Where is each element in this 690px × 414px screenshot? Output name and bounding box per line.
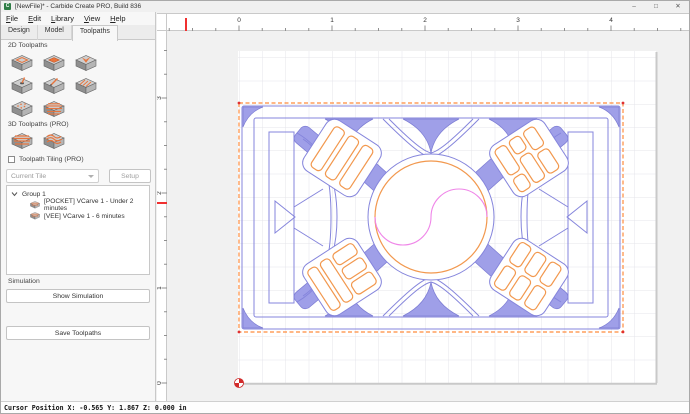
svg-text:0: 0 — [157, 381, 163, 385]
minimize-button[interactable]: – — [623, 1, 645, 12]
collapse-chevron-icon[interactable] — [11, 191, 18, 197]
design-viewport[interactable] — [167, 31, 689, 401]
rough-3d-toolpath-icon — [9, 131, 35, 152]
setup-button[interactable]: Setup — [109, 169, 151, 183]
section-2d-toolpaths: 2D Toolpaths — [8, 42, 48, 49]
current-tile-select[interactable]: Current Tile — [6, 169, 99, 183]
stripes-toolpath-button[interactable] — [41, 99, 67, 120]
stipple-toolpath-button[interactable] — [9, 99, 35, 120]
svg-text:1: 1 — [330, 17, 334, 24]
pocket-toolpath-icon — [41, 53, 67, 74]
tab-toolpaths[interactable]: Toolpaths — [71, 25, 118, 41]
close-button[interactable]: ✕ — [667, 1, 689, 12]
texture-toolpath-icon — [73, 76, 99, 97]
svg-text:0: 0 — [237, 17, 241, 24]
menu-edit[interactable]: Edit — [23, 14, 46, 23]
pocket-toolpath-button[interactable] — [41, 53, 67, 74]
vertical-ruler: 0 1 2 3 — [156, 31, 167, 401]
toolpath-item-icon — [29, 211, 41, 221]
current-tile-row: Current Tile Setup — [6, 169, 151, 183]
svg-text:3: 3 — [516, 17, 520, 24]
show-simulation-button[interactable]: Show Simulation — [6, 289, 150, 303]
vcarve-toolpath-button[interactable] — [73, 53, 99, 74]
contour-toolpath-icon — [9, 53, 35, 74]
app-window: C [NewFile]* - Carbide Create PRO, Build… — [0, 0, 690, 414]
section-3d-toolpaths: 3D Toolpaths (PRO) — [8, 121, 69, 128]
svg-text:1: 1 — [157, 286, 163, 290]
status-bar: Cursor Position X: -0.565 Y: 1.867 Z: 0.… — [1, 401, 689, 413]
finish-3d-toolpath-button[interactable] — [41, 131, 67, 152]
toolpath-tiling-row: Toolpath Tiling (PRO) — [8, 156, 84, 163]
current-tile-value: Current Tile — [11, 173, 47, 180]
toolpath-item-vee[interactable]: [VEE] VCarve 1 - 6 minutes — [29, 211, 149, 221]
toolpath-item-label: [VEE] VCarve 1 - 6 minutes — [44, 212, 125, 220]
menu-file[interactable]: File — [1, 14, 23, 23]
menu-view[interactable]: View — [79, 14, 105, 23]
toolpath-item-icon — [29, 200, 41, 210]
stipple-toolpath-icon — [9, 99, 35, 120]
window-title: [NewFile]* - Carbide Create PRO, Build 8… — [15, 3, 142, 10]
cursor-position-readout: Cursor Position X: -0.565 Y: 1.867 Z: 0.… — [4, 403, 187, 412]
engrave-toolpath-button[interactable] — [41, 76, 67, 97]
ruler-corner — [157, 13, 167, 31]
yin-yang-circle[interactable] — [367, 153, 495, 281]
horizontal-ruler: 0 1 2 3 4 — [145, 13, 689, 31]
texture-toolpath-button[interactable] — [73, 76, 99, 97]
engrave-toolpath-icon — [41, 78, 67, 97]
left-panel: File Edit Library View Help Design Model… — [1, 12, 156, 401]
save-toolpaths-button[interactable]: Save Toolpaths — [6, 326, 150, 340]
stripes-toolpath-icon — [41, 99, 67, 120]
title-bar: C [NewFile]* - Carbide Create PRO, Build… — [1, 1, 689, 12]
app-logo-icon: C — [4, 3, 11, 10]
menu-library[interactable]: Library — [46, 14, 79, 23]
toolpath-tree: Group 1 [POCKET] VCarve 1 - Under 2 minu… — [6, 185, 150, 275]
toolpath-group-label: Group 1 — [22, 190, 46, 198]
contour-toolpath-button[interactable] — [9, 53, 35, 74]
svg-text:4: 4 — [609, 17, 613, 24]
tab-design[interactable]: Design — [1, 25, 38, 40]
toolpath-item-label: [POCKET] VCarve 1 - Under 2 minutes — [44, 198, 134, 212]
svg-text:2: 2 — [157, 191, 163, 195]
toolpath-tiling-checkbox[interactable] — [8, 156, 15, 163]
drill-toolpath-button[interactable] — [9, 76, 35, 97]
tab-model[interactable]: Model — [38, 25, 72, 40]
main-tabs: Design Model Toolpaths — [1, 25, 155, 41]
menu-bar: File Edit Library View Help — [1, 12, 155, 25]
toolpath-item-pocket[interactable]: [POCKET] VCarve 1 - Under 2 minutes — [29, 198, 149, 212]
svg-text:3: 3 — [157, 96, 163, 100]
simulation-label: Simulation — [8, 278, 40, 285]
design-canvas[interactable] — [167, 31, 689, 401]
vcarve-toolpath-icon — [73, 53, 99, 74]
origin-marker[interactable] — [234, 378, 244, 388]
menu-help[interactable]: Help — [105, 14, 130, 23]
drill-toolpath-icon — [9, 77, 35, 97]
rough-3d-toolpath-button[interactable] — [9, 131, 35, 152]
finish-3d-toolpath-icon — [41, 131, 67, 152]
toolpath-tiling-label: Toolpath Tiling (PRO) — [19, 156, 84, 163]
maximize-button[interactable]: □ — [645, 1, 667, 12]
canvas-area: 0 1 2 3 4 0 1 2 3 — [145, 12, 689, 401]
svg-text:2: 2 — [423, 17, 427, 24]
chevron-down-icon — [88, 175, 94, 178]
